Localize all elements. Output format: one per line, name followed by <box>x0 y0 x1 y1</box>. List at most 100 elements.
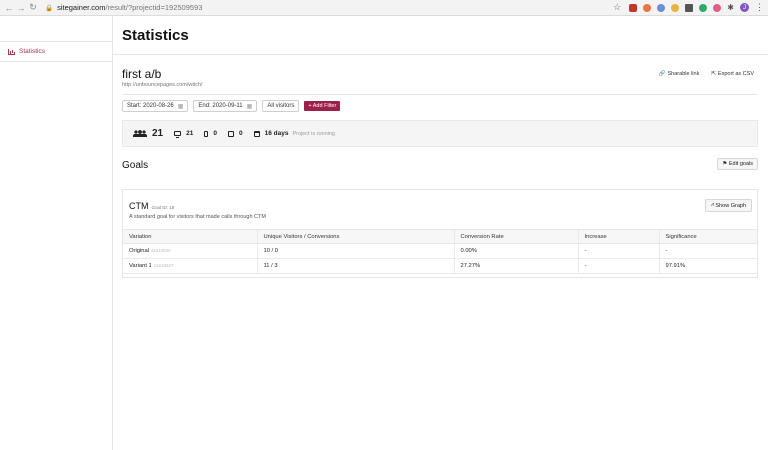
page-header: Statistics <box>113 16 768 55</box>
visitors-conversions-cell: 10 / 0 <box>256 243 454 259</box>
start-date-label: Start: 2020-08-26 <box>127 103 174 109</box>
show-graph-label: Show Graph <box>715 202 746 209</box>
visitors-filter-label: All visitors <box>267 103 295 109</box>
sidebar: Statistics <box>0 16 113 450</box>
forward-icon[interactable]: → <box>15 1 27 15</box>
extension-icon[interactable] <box>713 3 722 12</box>
extension-icon[interactable] <box>685 3 694 12</box>
show-graph-button[interactable]: ⩘ Show Graph <box>704 199 752 212</box>
bar-chart-icon <box>8 48 15 55</box>
tablet-icon <box>227 130 234 137</box>
increase-cell: - <box>577 258 659 274</box>
mobile-value: 0 <box>213 130 217 137</box>
end-date-field[interactable]: End: 2020-09-11 ▦ <box>193 100 258 112</box>
line-chart-icon: ⩘ <box>710 202 714 208</box>
divider <box>122 94 758 95</box>
tablet-stat: 0 <box>227 130 243 137</box>
project-status: Project is running <box>292 130 335 137</box>
goal-title: CTM Goal ID: 18 <box>129 201 174 211</box>
url-path: /result/?projectid=192509593 <box>105 3 203 12</box>
variation-id: 11610627 <box>153 263 174 268</box>
days-value: 16 days <box>264 130 289 137</box>
project-actions: 🔗 Sharable link ⇱ Export as CSV <box>659 71 754 77</box>
variation-id: 11610600 <box>150 248 171 253</box>
profile-avatar[interactable]: J <box>740 3 749 12</box>
calendar-icon: ▦ <box>177 103 184 110</box>
sidebar-header <box>0 16 112 42</box>
visitors-conversions-cell: 11 / 3 <box>256 258 454 274</box>
export-csv-button[interactable]: ⇱ Export as CSV <box>711 71 754 77</box>
project-header: first a/b http://unbouncepages.com/witch… <box>122 67 202 88</box>
sharable-link-button[interactable]: 🔗 Sharable link <box>659 71 700 77</box>
goal-name: CTM <box>129 201 149 211</box>
mobile-icon <box>204 130 209 137</box>
mobile-stat: 0 <box>204 130 217 137</box>
url-host: sitegainer.com <box>57 3 106 12</box>
table-header-row: Variation Unique Visitors / Conversions … <box>123 229 757 244</box>
desktop-value: 21 <box>186 130 194 137</box>
flag-icon: ⚑ <box>722 161 728 167</box>
variation-cell: Original 11610600 <box>123 243 257 259</box>
sidebar-item-statistics[interactable]: Statistics <box>0 42 112 62</box>
filter-bar: Start: 2020-08-26 ▦ End: 2020-09-11 ▦ All … <box>122 100 341 112</box>
extension-icon[interactable] <box>671 3 680 12</box>
goal-description: A standard goal for visitors that made c… <box>129 214 266 220</box>
desktop-stat: 21 <box>174 130 194 138</box>
column-header: Conversion Rate <box>453 229 578 244</box>
lock-icon: 🔒 <box>45 4 54 12</box>
edit-goals-label: Edit goals <box>728 161 753 167</box>
extension-icon[interactable] <box>643 3 652 12</box>
variation-name: Variant 1 <box>129 263 152 269</box>
goals-heading: Goals <box>122 160 149 171</box>
edit-goals-button[interactable]: ⚑ Edit goals <box>717 158 758 170</box>
sidebar-item-label: Statistics <box>19 48 46 55</box>
export-csv-label: Export as CSV <box>717 71 754 77</box>
back-icon[interactable]: ← <box>3 1 15 15</box>
increase-cell: - <box>577 243 659 259</box>
calendar-icon <box>253 130 260 137</box>
export-icon: ⇱ <box>711 71 716 77</box>
add-filter-button[interactable]: + Add Filter <box>304 101 341 111</box>
extension-icon[interactable] <box>699 3 708 12</box>
stats-summary: 21 21 0 0 16 days Project is running <box>122 120 758 147</box>
project-url[interactable]: http://unbouncepages.com/witch/ <box>122 82 202 88</box>
significance-cell: 97.91% <box>658 258 757 274</box>
column-header: Significance <box>658 229 757 244</box>
main-content: Statistics first a/b http://unbouncepage… <box>113 16 768 450</box>
variation-name: Original <box>129 248 149 254</box>
sharable-link-label: Sharable link <box>667 71 700 77</box>
column-header: Increase <box>577 229 659 244</box>
browser-toolbar: ← → ↻ 🔒 sitegainer.com/result/?projectid… <box>0 0 768 16</box>
extensions-puzzle-icon[interactable]: ✱ <box>727 3 734 12</box>
link-icon: 🔗 <box>658 71 666 77</box>
goal-id: Goal ID: 18 <box>151 205 175 210</box>
significance-cell: - <box>658 243 757 259</box>
conversion-rate-cell: 0.00% <box>453 243 578 259</box>
address-bar[interactable]: 🔒 sitegainer.com/result/?projectid=19250… <box>45 1 605 15</box>
project-name: first a/b <box>122 67 162 81</box>
bookmark-star-icon[interactable]: ☆ <box>613 2 621 13</box>
days-stat: 16 days Project is running <box>253 130 335 137</box>
table-row: Variant 1 11610627 11 / 3 27.27% - 97.91% <box>123 258 757 274</box>
variations-table: Variation Unique Visitors / Conversions … <box>123 229 757 274</box>
extension-icon[interactable] <box>657 3 666 12</box>
extension-icon[interactable] <box>629 3 638 12</box>
desktop-icon <box>174 131 182 138</box>
end-date-label: End: 2020-09-11 <box>198 103 243 109</box>
start-date-field[interactable]: Start: 2020-08-26 ▦ <box>122 100 189 112</box>
visitors-filter[interactable]: All visitors <box>262 100 300 112</box>
page-title: Statistics <box>122 26 189 44</box>
reload-icon[interactable]: ↻ <box>27 1 39 15</box>
tablet-value: 0 <box>238 130 243 137</box>
users-icon <box>133 130 147 137</box>
goal-card: CTM Goal ID: 18 A standard goal for visi… <box>122 189 758 278</box>
variation-cell: Variant 1 11610627 <box>123 258 257 274</box>
calendar-icon: ▦ <box>246 103 253 110</box>
browser-menu-icon[interactable]: ⋮ <box>755 2 764 13</box>
column-header: Unique Visitors / Conversions <box>256 229 454 244</box>
column-header: Variation <box>123 229 257 244</box>
conversion-rate-cell: 27.27% <box>453 258 578 274</box>
table-row: Original 11610600 10 / 0 0.00% - - <box>123 243 757 259</box>
total-visitors-stat: 21 <box>133 128 163 139</box>
total-visitors-value: 21 <box>152 128 164 139</box>
